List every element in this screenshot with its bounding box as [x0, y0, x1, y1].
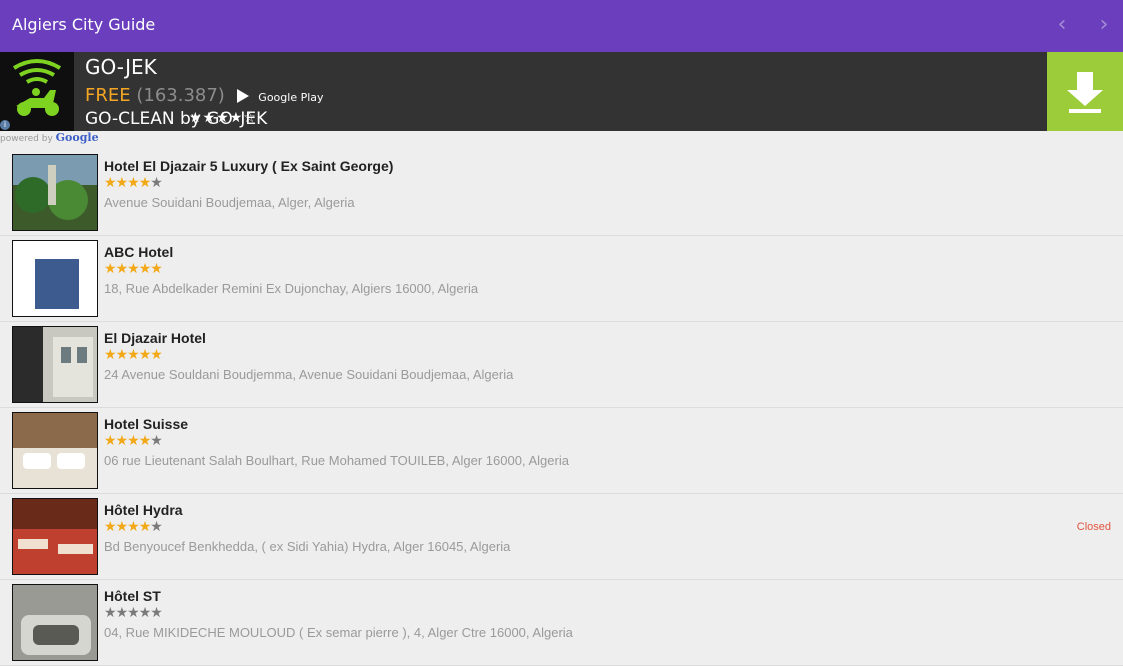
hotel-list-item[interactable]: Hotel El Djazair 5 Luxury ( Ex Saint Geo…	[0, 150, 1123, 236]
star-icon: ★	[115, 261, 129, 277]
hotel-list-item[interactable]: Hôtel ST ★★★★★ 04, Rue MIKIDECHE MOULOUD (…	[0, 580, 1123, 666]
star-icon: ★	[104, 175, 117, 191]
hotel-rating-stars: ★★★★★	[104, 347, 163, 363]
ad-banner[interactable]: i GO-JEK FREE ★★★★☆ (163.387) Google Pla…	[0, 52, 1123, 131]
star-icon: ★	[150, 519, 163, 535]
hotel-address: 04, Rue MIKIDECHE MOULOUD ( Ex semar pie…	[104, 625, 573, 640]
hotel-thumbnail	[12, 584, 98, 661]
ad-rating-count: (163.387)	[136, 85, 225, 106]
star-icon: ★	[127, 347, 140, 363]
hotel-name: El Djazair Hotel	[104, 330, 206, 346]
star-icon: ★	[104, 261, 117, 277]
hotel-list-item[interactable]: Hôtel Hydra ★★★★★ Bd Benyoucef Benkhedda, …	[0, 494, 1123, 580]
download-button[interactable]	[1047, 52, 1123, 131]
ad-store-label: Google Play	[258, 91, 324, 104]
hotel-thumbnail	[12, 154, 98, 231]
hotel-rating-stars: ★★★★★	[104, 605, 163, 621]
star-icon: ★	[150, 175, 163, 191]
ad-app-name: GO-JEK	[85, 55, 157, 79]
star-icon: ★	[127, 261, 140, 277]
hotel-name: Hôtel ST	[104, 588, 161, 604]
chevron-left-icon[interactable]: ‹	[1051, 12, 1073, 38]
app-title: Algiers City Guide	[12, 15, 156, 34]
download-icon	[1067, 72, 1103, 113]
hotel-address: Bd Benyoucef Benkhedda, ( ex Sidi Yahia)…	[104, 539, 511, 554]
hotel-rating-stars: ★★★★★	[104, 261, 163, 277]
hotel-name: Hotel Suisse	[104, 416, 189, 432]
star-icon: ★	[138, 261, 152, 277]
powered-by-prefix: powered by	[0, 134, 53, 144]
chevron-right-icon[interactable]: ›	[1093, 12, 1115, 38]
hotel-list-item[interactable]: El Djazair Hotel ★★★★★ 24 Avenue Souldani …	[0, 322, 1123, 408]
ad-info-icon[interactable]: i	[0, 120, 10, 130]
ad-rating-line: FREE ★★★★☆ (163.387) Google Play	[85, 85, 324, 126]
star-icon: ★	[104, 605, 117, 621]
hotel-address: Avenue Souidani Boudjemaa, Alger, Algeri…	[104, 195, 355, 210]
hotel-list: Hotel El Djazair 5 Luxury ( Ex Saint Geo…	[0, 150, 1123, 666]
star-icon: ★	[138, 347, 152, 363]
google-play-icon	[236, 89, 249, 103]
hotel-thumbnail	[12, 498, 98, 575]
star-icon: ★	[115, 605, 129, 621]
star-icon: ★	[127, 519, 140, 535]
hotel-rating-stars: ★★★★★	[104, 433, 163, 449]
star-icon: ★	[104, 519, 117, 535]
hotel-name: Hotel El Djazair 5 Luxury ( Ex Saint Geo…	[104, 158, 394, 174]
star-icon: ★	[138, 605, 152, 621]
star-icon: ★	[115, 519, 129, 535]
hotel-rating-stars: ★★★★★	[104, 175, 163, 191]
hotel-thumbnail	[12, 240, 98, 317]
star-icon: ★	[150, 605, 163, 621]
star-icon: ★	[115, 347, 129, 363]
hotel-list-item[interactable]: ABC Hotel ★★★★★ 18, Rue Abdelkader Remini …	[0, 236, 1123, 322]
star-icon: ★	[104, 347, 117, 363]
star-icon: ★	[115, 433, 129, 449]
hotel-list-item[interactable]: Hotel Suisse ★★★★★ 06 rue Lieutenant Salah…	[0, 408, 1123, 494]
google-logo: Google	[55, 131, 99, 144]
hotel-status: Closed	[1076, 521, 1111, 533]
motorbike-wifi-icon	[0, 52, 74, 131]
hotel-thumbnail	[12, 326, 98, 403]
hotel-name: Hôtel Hydra	[104, 502, 183, 518]
hotel-rating-stars: ★★★★★	[104, 519, 163, 535]
star-icon: ★	[104, 433, 117, 449]
hotel-address: 18, Rue Abdelkader Remini Ex Dujonchay, …	[104, 281, 479, 296]
star-icon: ★	[138, 433, 152, 449]
hotel-name: ABC Hotel	[104, 244, 174, 260]
star-icon: ★	[127, 605, 140, 621]
app-bar: Algiers City Guide ‹ ›	[0, 0, 1123, 52]
star-icon: ★	[127, 433, 140, 449]
star-icon: ★	[127, 175, 140, 191]
star-icon: ★	[138, 175, 152, 191]
star-icon: ★	[150, 347, 163, 363]
star-icon: ★	[138, 519, 152, 535]
hotel-thumbnail	[12, 412, 98, 489]
star-icon: ★	[150, 433, 163, 449]
hotel-address: 06 rue Lieutenant Salah Boulhart, Rue Mo…	[104, 453, 569, 468]
ad-subtitle: GO-CLEAN by GO-JEK	[85, 109, 268, 129]
ad-price: FREE	[85, 85, 131, 106]
powered-by-google: powered by Google	[0, 131, 99, 144]
star-icon: ★	[150, 261, 163, 277]
star-icon: ★	[115, 175, 129, 191]
hotel-address: 24 Avenue Souldani Boudjemma, Avenue Sou…	[104, 367, 514, 382]
